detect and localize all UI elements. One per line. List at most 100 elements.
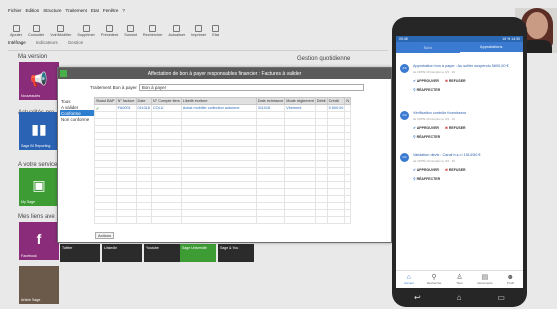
view-icon [32,25,40,32]
approval-card[interactable]: OC Vérification contrôle fournisseur de … [396,111,523,139]
delete-button[interactable]: Supprimer [75,25,97,37]
previous-button[interactable]: Précédent [99,25,120,37]
delete-icon [82,25,90,32]
tab-indicators[interactable]: Indicateurs [36,40,58,45]
view-button[interactable]: Consulter [26,25,46,37]
status-filter-list: Tous A valider Conforme Non conforme [60,98,94,122]
nav-contacts[interactable]: ♙ Tiers [447,271,472,288]
search-icon [149,25,157,32]
col-header[interactable]: Crédit [326,97,346,105]
actions-button[interactable]: Actions [95,232,115,239]
reject-button[interactable]: ✖ REFUSER [445,79,466,83]
approve-button[interactable]: ✔ APPROUVER [413,126,439,130]
card-subtitle: de OPPE Christophe le 4/3 · 16 [413,117,456,121]
invoice-table: Statut BAP N° facture Date N° Compte tie… [94,97,352,224]
approve-button[interactable]: ✔ APPROUVER [413,168,439,172]
divider [8,50,388,51]
tile-facebook[interactable]: f Facebook [19,222,59,260]
edit-icon [57,25,65,32]
reassign-button[interactable]: ⚲ RÉAFFECTER [413,135,523,139]
android-nav-bar: ↩ ⌂ ▭ [396,290,523,304]
recent-apps-icon[interactable]: ▭ [497,293,505,302]
home-button-icon[interactable]: ⌂ [457,293,462,302]
back-icon[interactable]: ↩ [414,293,421,302]
print-icon [195,25,203,32]
filter-select[interactable]: Bon à payer [138,84,364,91]
table-cell: COLU [150,104,182,112]
tile-bi-reporting[interactable]: ▮▮ Sage BI Reporting [19,112,59,150]
reassign-button[interactable]: ⚲ RÉAFFECTER [413,88,523,92]
phone-screen: 09:48 16 % 14:30 Suivi Approbations AS A… [396,36,523,288]
menu-item[interactable]: Fenêtre [103,8,119,17]
table-row [94,174,352,182]
approval-card[interactable]: OC Validation devis : Canal b.s.r.l 1514… [396,153,523,181]
document-icon: ▤ [481,274,489,281]
tile-youtube[interactable]: Youtube [144,244,180,262]
refresh-button[interactable]: Actualiser [167,25,188,37]
tab-home[interactable]: Intéfrage [8,40,26,45]
menu-item[interactable]: Fichier [8,8,22,17]
tile-linkedin[interactable]: LinkedIn [102,244,142,262]
dialog-titlebar: Affectation de bon à payer responsables … [58,68,391,79]
filter-label: Traitement Bon à payer [90,85,137,90]
reassign-button[interactable]: ⚲ RÉAFFECTER [413,177,523,181]
tile-my-sage[interactable]: ▣ My Sage [19,168,59,206]
nav-search[interactable]: ⚲ Recherche [421,271,446,288]
col-header[interactable]: Statut BAP [94,97,117,105]
tile-twitter[interactable]: Twitter [60,244,100,262]
col-header[interactable]: Débit [314,97,328,105]
menu-item[interactable]: Etat [91,8,99,17]
section-title: Gestion quotidienne [297,56,351,62]
menu-item[interactable]: Traitement [66,8,87,17]
table-row [94,146,352,154]
next-icon [127,25,135,32]
col-header[interactable]: N° facture [115,97,137,105]
state-icon [212,25,220,32]
table-cell [314,104,328,112]
col-header[interactable]: Libellé écriture [180,97,257,105]
table-row [94,167,352,175]
tile-article[interactable]: Article Sage [19,266,59,304]
tab-follow-up[interactable]: Suivi [396,42,460,53]
filter-item-non-compliant[interactable]: Non conforme [60,116,94,122]
tab-management[interactable]: Gestion [68,40,84,45]
card-subtitle: de OPPE Christophe le 4/3 · 16 [413,159,456,163]
tab-approvals[interactable]: Approbations [459,42,523,53]
approve-button[interactable]: ✔ APPROUVER [413,79,439,83]
col-header[interactable]: Date [135,97,152,105]
card-title: Vérification contrôle fournisseur [413,111,467,115]
col-header[interactable]: N° Compte tiers [150,97,182,105]
nav-profile[interactable]: ☻ Profil [498,271,523,288]
tile-sage-university[interactable]: Sage Université [180,244,216,262]
presenter-face [526,12,548,39]
add-button[interactable]: Ajouter [8,25,24,37]
col-header[interactable]: N [344,97,352,105]
avatar: AS [400,64,409,73]
reassign-icon: ⚲ [413,88,416,92]
table-row [94,181,352,189]
col-header[interactable]: Date échéance [255,97,286,105]
profile-icon: ☻ [506,274,515,281]
edit-button[interactable]: Voir/Modifier [48,25,73,37]
menu-item[interactable]: Edition [26,8,40,17]
menu-item[interactable]: Structure [43,8,61,17]
bar-chart-icon: ▮▮ [31,121,47,137]
menu-item[interactable]: ? [122,8,125,17]
toolbar: Ajouter Consulter Voir/Modifier Supprime… [8,17,388,37]
col-header[interactable]: Mode règlement [284,97,316,105]
search-button[interactable]: Rechercher [141,25,165,37]
table-row [94,132,352,140]
nav-documents[interactable]: ▤ Documents [472,271,497,288]
table-row [94,118,352,126]
state-button[interactable]: Etat [210,25,221,37]
approval-card[interactable]: AS Approbation bon à payer : Au sollier … [396,64,523,92]
tile-news[interactable]: 📢 Nouveautés [19,62,59,100]
tile-sage-you[interactable]: Sage & You [218,244,254,262]
reject-button[interactable]: ✖ REFUSER [445,126,466,130]
reject-button[interactable]: ✖ REFUSER [445,168,466,172]
print-button[interactable]: Imprimer [189,25,208,37]
table-row[interactable]: ✔ FA0001 011018 COLU Achat mobilier coll… [94,104,352,112]
dialog-title: Affectation de bon à payer responsables … [147,70,302,77]
nav-home[interactable]: ⌂ Accueil [396,271,421,288]
next-button[interactable]: Suivant [122,25,139,37]
